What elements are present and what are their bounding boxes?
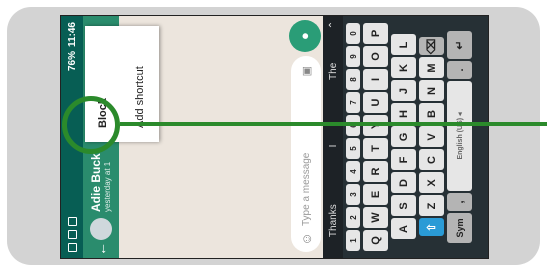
key[interactable]: S <box>391 195 416 217</box>
key[interactable]: M <box>419 57 444 79</box>
notification-icons <box>67 217 77 252</box>
period-key[interactable]: . <box>447 61 472 79</box>
suggestion[interactable]: The <box>328 34 339 109</box>
key[interactable]: E <box>363 184 388 205</box>
backspace-key[interactable]: ⌫ <box>419 37 444 56</box>
key[interactable]: 8 <box>346 69 360 90</box>
letter-row-3: ⇧ Z X C V B N M ⌫ <box>419 18 444 256</box>
enter-key[interactable]: ↵ <box>447 31 472 59</box>
notification-icon <box>67 230 77 239</box>
shift-key[interactable]: ⇧ <box>419 218 444 237</box>
mic-icon[interactable]: ● <box>289 20 321 52</box>
highlight-circle <box>62 96 120 154</box>
key[interactable]: J <box>391 80 416 102</box>
message-input[interactable]: ☺ Type a message ▣ <box>291 56 321 252</box>
camera-icon[interactable]: ▣ <box>300 66 313 76</box>
suggestion[interactable]: Thanks <box>328 183 339 258</box>
key[interactable]: 0 <box>346 23 360 44</box>
avatar[interactable] <box>90 218 112 240</box>
bottom-row: Sym , English (US) ◂ . ↵ <box>447 18 472 256</box>
key[interactable]: 7 <box>346 92 360 113</box>
key[interactable]: V <box>419 126 444 148</box>
key[interactable]: K <box>391 57 416 79</box>
key[interactable]: N <box>419 80 444 102</box>
battery-level: 76% <box>66 51 78 72</box>
key[interactable]: W <box>363 207 388 228</box>
comma-key[interactable]: , <box>447 193 472 211</box>
letter-row-1: Q W E R T Y U I O P <box>363 18 388 256</box>
key[interactable]: F <box>391 149 416 171</box>
chevron-up-icon[interactable]: ⌃ <box>328 16 339 34</box>
suggestion[interactable]: I <box>328 109 339 184</box>
rotated-screen: 76% 11:46 ← Adie Buck yesterday at 1 Blo… <box>61 16 488 258</box>
key[interactable]: D <box>391 172 416 194</box>
contact-name: Adie Buck <box>88 153 103 212</box>
key[interactable]: T <box>363 138 388 159</box>
notification-icon <box>67 217 77 226</box>
suggestion-strip: Thanks I The ⌃ <box>323 16 343 258</box>
key[interactable]: Q <box>363 230 388 251</box>
key[interactable]: 5 <box>346 138 360 159</box>
key[interactable]: R <box>363 161 388 182</box>
key[interactable]: C <box>419 149 444 171</box>
key[interactable]: I <box>363 69 388 90</box>
contact-info[interactable]: Adie Buck yesterday at 1 <box>88 153 113 212</box>
clock: 11:46 <box>66 22 78 48</box>
key[interactable]: L <box>391 34 416 56</box>
emoji-icon[interactable]: ☺ <box>299 226 314 252</box>
notification-icon <box>67 243 77 252</box>
letter-row-2: A S D F G H J K L <box>391 18 416 256</box>
pointer-line <box>120 122 547 126</box>
last-seen: yesterday at 1 <box>102 161 112 212</box>
key[interactable]: O <box>363 46 388 67</box>
message-placeholder: Type a message <box>300 152 312 226</box>
key[interactable]: 1 <box>346 230 360 251</box>
arrow-back-icon[interactable]: ← <box>93 240 109 258</box>
space-key[interactable]: English (US) ◂ <box>447 81 472 191</box>
system-icons: 76% 11:46 <box>67 22 78 71</box>
key[interactable]: 2 <box>346 207 360 228</box>
key[interactable]: A <box>391 218 416 240</box>
key[interactable]: X <box>419 172 444 194</box>
keyboard: 1 2 3 4 5 6 7 8 9 0 Q W E R T Y U I O <box>343 16 488 258</box>
sym-key[interactable]: Sym <box>447 213 472 243</box>
phone-screen: 76% 11:46 ← Adie Buck yesterday at 1 Blo… <box>60 15 489 259</box>
key[interactable]: U <box>363 92 388 113</box>
key[interactable]: P <box>363 23 388 44</box>
key[interactable]: G <box>391 126 416 148</box>
key[interactable]: Z <box>419 195 444 217</box>
key[interactable]: 4 <box>346 161 360 182</box>
number-row: 1 2 3 4 5 6 7 8 9 0 <box>346 18 360 256</box>
key[interactable]: 3 <box>346 184 360 205</box>
key[interactable]: 9 <box>346 46 360 67</box>
